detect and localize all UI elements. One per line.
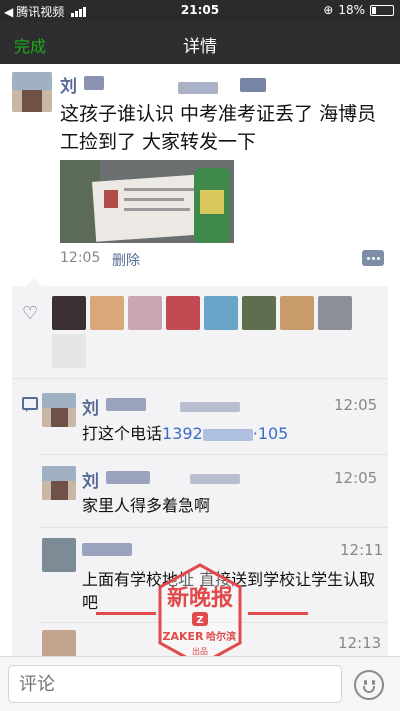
commenter-avatar[interactable] <box>42 393 76 427</box>
comment-text: 家里人得多着急啊 <box>82 496 211 515</box>
watermark-sub: 出品 <box>192 646 208 656</box>
comment-input[interactable] <box>8 665 342 703</box>
comment-divider <box>40 527 388 528</box>
commenter-avatar[interactable] <box>42 466 76 500</box>
comment-time: 12:11 <box>340 541 384 559</box>
battery-icon <box>370 4 394 16</box>
delete-post-link[interactable]: 删除 <box>112 250 140 270</box>
blurred-name <box>240 78 266 92</box>
blurred-phone <box>202 428 253 441</box>
panel-divider <box>12 378 388 379</box>
blurred-name <box>106 398 146 411</box>
watermark-title: 新晚报 <box>167 585 233 611</box>
liker-avatar[interactable] <box>280 296 314 330</box>
liker-avatar[interactable] <box>242 296 276 330</box>
blurred-name <box>178 82 218 94</box>
commenter-name[interactable]: 刘 <box>82 394 99 419</box>
watermark-bar <box>248 612 308 615</box>
post-author-name[interactable]: 刘 <box>60 72 77 97</box>
rotation-lock-icon: ⊕ <box>323 3 334 17</box>
liker-avatar[interactable] <box>52 334 86 368</box>
comment-bubble-icon <box>22 397 38 412</box>
page-title: 详情 <box>183 37 217 57</box>
more-actions-button[interactable] <box>362 250 384 266</box>
post-time: 12:05 <box>60 250 101 266</box>
comment-time: 12:13 <box>338 634 382 652</box>
liker-avatar[interactable] <box>318 296 352 330</box>
watermark-brand: ZAKER <box>163 630 205 643</box>
emoji-icon[interactable] <box>354 670 384 700</box>
blurred-name <box>84 76 104 90</box>
status-bar: ◀ 腾讯视频 21:05 ⊕ 18% <box>0 0 400 22</box>
blurred-name <box>106 471 150 484</box>
comment-text: 打这个电话1392·105 <box>82 424 289 443</box>
blurred-name <box>180 402 240 412</box>
navigation-bar: 完成 详情 <box>0 22 400 64</box>
comment-time: 12:05 <box>334 396 378 414</box>
watermark-logo: 新晚报 Z ZAKER 哈尔滨 出品 <box>158 563 242 667</box>
watermark-bar <box>96 612 156 615</box>
liker-avatar[interactable] <box>128 296 162 330</box>
phone-link-end[interactable]: ·105 <box>253 424 289 443</box>
battery-percent: 18% <box>338 3 365 17</box>
liker-avatar[interactable] <box>90 296 124 330</box>
liker-avatar[interactable] <box>52 296 86 330</box>
svg-text:Z: Z <box>196 615 203 626</box>
liker-avatar[interactable] <box>166 296 200 330</box>
comment-divider <box>40 454 388 455</box>
post-photo[interactable] <box>60 160 234 243</box>
blurred-name <box>190 474 240 484</box>
liker-avatar[interactable] <box>204 296 238 330</box>
comment-input-bar <box>0 656 400 711</box>
blurred-name <box>82 543 132 556</box>
like-heart-icon: ♡ <box>22 303 39 324</box>
post-author-avatar[interactable] <box>12 72 52 112</box>
commenter-name[interactable]: 刘 <box>82 467 99 492</box>
comment-time: 12:05 <box>334 469 378 487</box>
watermark-city: 哈尔滨 <box>206 630 236 643</box>
commenter-avatar[interactable] <box>42 538 76 572</box>
phone-link-start[interactable]: 1392 <box>162 424 203 443</box>
post-text: 这孩子谁认识 中考准考证丢了 海博员工捡到了 大家转发一下 <box>60 103 377 153</box>
